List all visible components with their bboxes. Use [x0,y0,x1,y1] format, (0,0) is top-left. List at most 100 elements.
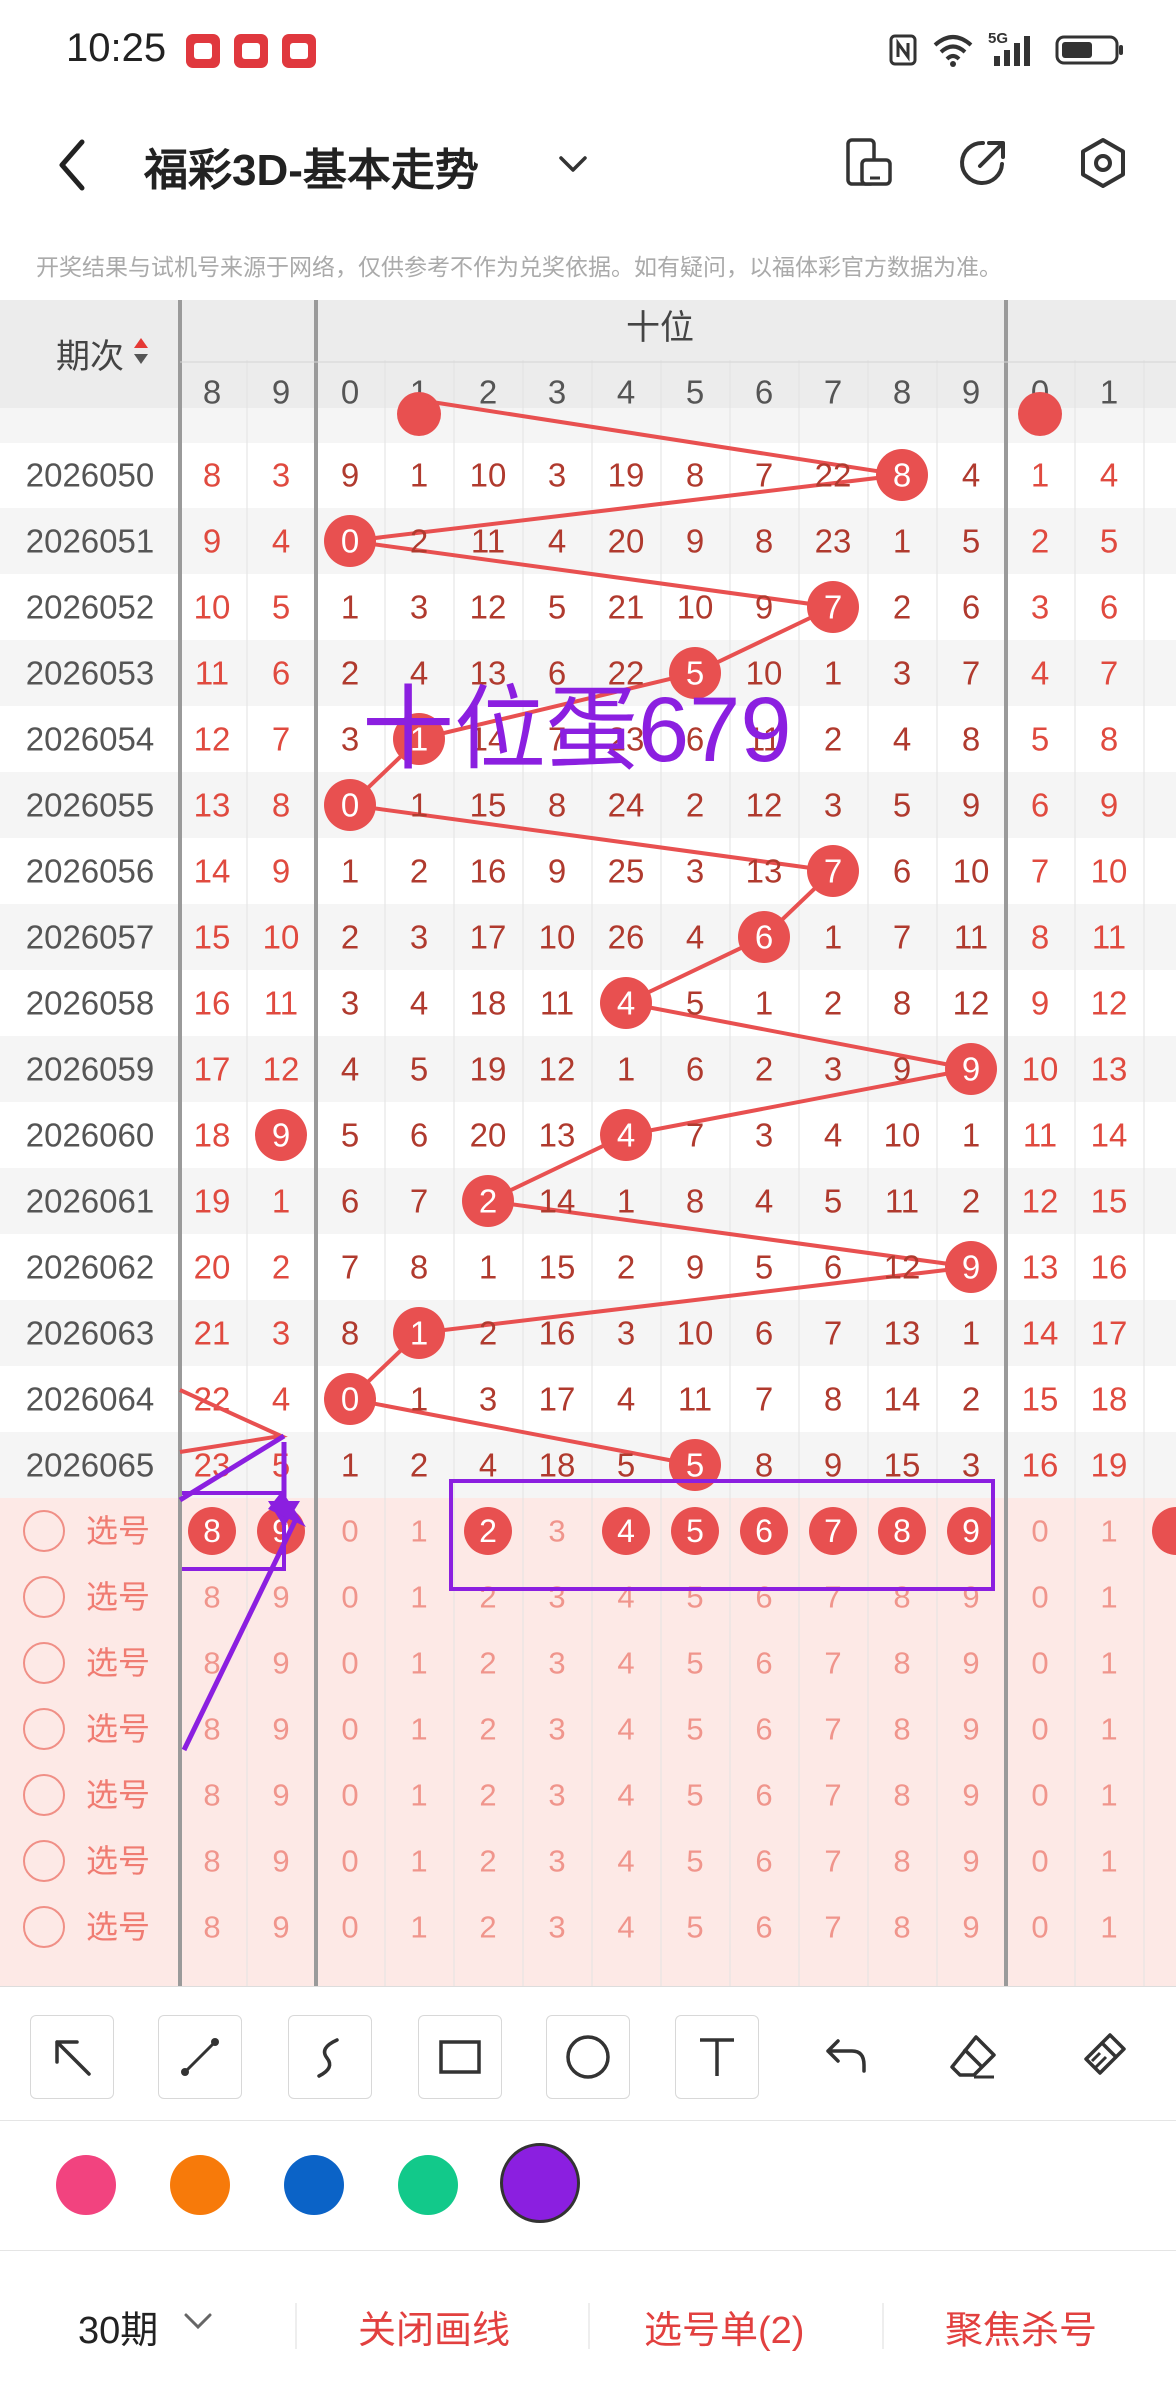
tens-cell: 7 [341,1249,359,1286]
select-cell: 7 [824,1844,841,1879]
color-purple-swatch-selected[interactable] [500,2143,580,2223]
status-time: 10:25 [66,26,167,70]
right-cell: 7 [1100,655,1118,692]
select-cell: 9 [962,1778,979,1813]
selection-list-button[interactable]: 选号单(2) [644,2299,804,2354]
right-cell: 16 [1091,1249,1128,1286]
rectangle-tool[interactable] [418,2015,502,2099]
tens-cell: 15 [470,787,507,824]
chevron-down-icon[interactable] [555,146,591,182]
tens-cell: 1 [962,1117,980,1154]
select-cell: 8 [203,1910,220,1945]
tens-cell: 5 [341,1117,359,1154]
column-header: 8 [203,374,221,411]
clear-tool[interactable] [1062,2015,1144,2097]
annotation-text: 十位蛋679 [362,679,792,781]
column-header: 0 [341,374,359,411]
arrow-tool[interactable] [30,2015,114,2099]
tens-cell: 15 [884,1447,921,1484]
chevron-down-icon[interactable] [182,2311,214,2331]
select-cell: 9 [272,1778,289,1813]
select-cell: 3 [548,1910,565,1945]
select-row-label: 选号 [86,1579,150,1615]
tens-cell: 1 [824,919,842,956]
select-cell: 3 [548,1778,565,1813]
select-cell: 3 [548,1712,565,1747]
trend-chart[interactable]: 期次十位890123456789012026050831420260519425… [0,300,1176,1986]
page-title[interactable]: 福彩3D-基本走势 [144,134,479,198]
select-cell: 2 [479,1778,496,1813]
selected-ball-value: 6 [755,1513,773,1549]
line-tool[interactable] [158,2015,242,2099]
select-cell: 1 [410,1646,427,1681]
period-cell: 2026063 [26,1315,154,1352]
period-select[interactable]: 30期 [78,2299,158,2354]
tens-cell: 11 [471,523,505,560]
tens-cell: 1 [341,589,359,626]
period-cell: 2026061 [26,1183,154,1220]
tens-cell: 3 [617,1315,635,1352]
tens-cell: 25 [608,853,645,890]
right-cell: 10 [1091,853,1128,890]
tens-cell: 18 [539,1447,576,1484]
color-blue-swatch[interactable] [284,2155,344,2215]
tens-cell: 4 [479,1447,497,1484]
color-picker [0,2120,1176,2251]
select-cell: 4 [617,1580,634,1615]
text-tool[interactable] [675,2015,759,2099]
tens-cell: 10 [539,919,576,956]
tens-cell: 3 [410,589,428,626]
select-cell: 9 [962,1580,979,1615]
focus-kill-button[interactable]: 聚焦杀号 [945,2299,1097,2354]
select-cell: 2 [479,1646,496,1681]
color-pink-swatch[interactable] [56,2155,116,2215]
table-header-bg [0,300,1176,415]
freehand-tool[interactable] [288,2015,372,2099]
tens-cell: 12 [470,589,507,626]
tens-cell: 2 [410,1447,428,1484]
tens-cell: 13 [746,853,783,890]
tens-cell: 12 [884,1249,921,1286]
left-cell: 15 [194,919,231,956]
period-cell: 2026060 [26,1117,154,1154]
select-cell: 5 [686,1580,703,1615]
settings-icon[interactable] [1076,136,1130,190]
selected-ball-value: 5 [686,1513,704,1549]
circle-tool[interactable] [546,2015,630,2099]
select-cell: 0 [1031,1712,1048,1747]
left-cell: 4 [272,1381,290,1418]
tens-cell: 4 [617,1381,635,1418]
selected-ball-value: 2 [479,1513,497,1549]
left-cell: 2 [272,1249,290,1286]
select-cell: 0 [341,1646,358,1681]
color-green-swatch[interactable] [398,2155,458,2215]
trend-ball-value: 1 [410,1315,428,1352]
color-orange-swatch[interactable] [170,2155,230,2215]
close-drawing-button[interactable]: 关闭画线 [358,2299,510,2354]
divider [295,2303,297,2349]
tens-cell: 9 [341,457,359,494]
tens-cell: 17 [539,1381,576,1418]
left-cell: 10 [194,589,231,626]
tens-cell: 3 [755,1117,773,1154]
undo-tool[interactable] [804,2015,886,2097]
circle-icon [566,2035,610,2079]
left-cell: 11 [195,655,229,692]
eraser-tool[interactable] [932,2015,1014,2097]
trend-ball-value: 6 [755,919,773,956]
select-cell: 9 [272,1910,289,1945]
screen-rotate-icon[interactable] [840,136,894,190]
tens-cell: 4 [686,919,704,956]
right-cell: 12 [1022,1183,1059,1220]
right-cell: 12 [1091,985,1128,1022]
select-cell: 3 [548,1514,565,1549]
select-row-label: 选号 [86,1645,150,1681]
right-cell: 14 [1091,1117,1128,1154]
tens-cell: 5 [755,1249,773,1286]
tens-cell: 1 [341,853,359,890]
select-cell: 1 [1100,1910,1117,1945]
back-arrow-icon[interactable] [50,134,98,196]
left-cell: 12 [263,1051,300,1088]
share-icon[interactable] [956,136,1010,190]
select-cell: 1 [1100,1844,1117,1879]
